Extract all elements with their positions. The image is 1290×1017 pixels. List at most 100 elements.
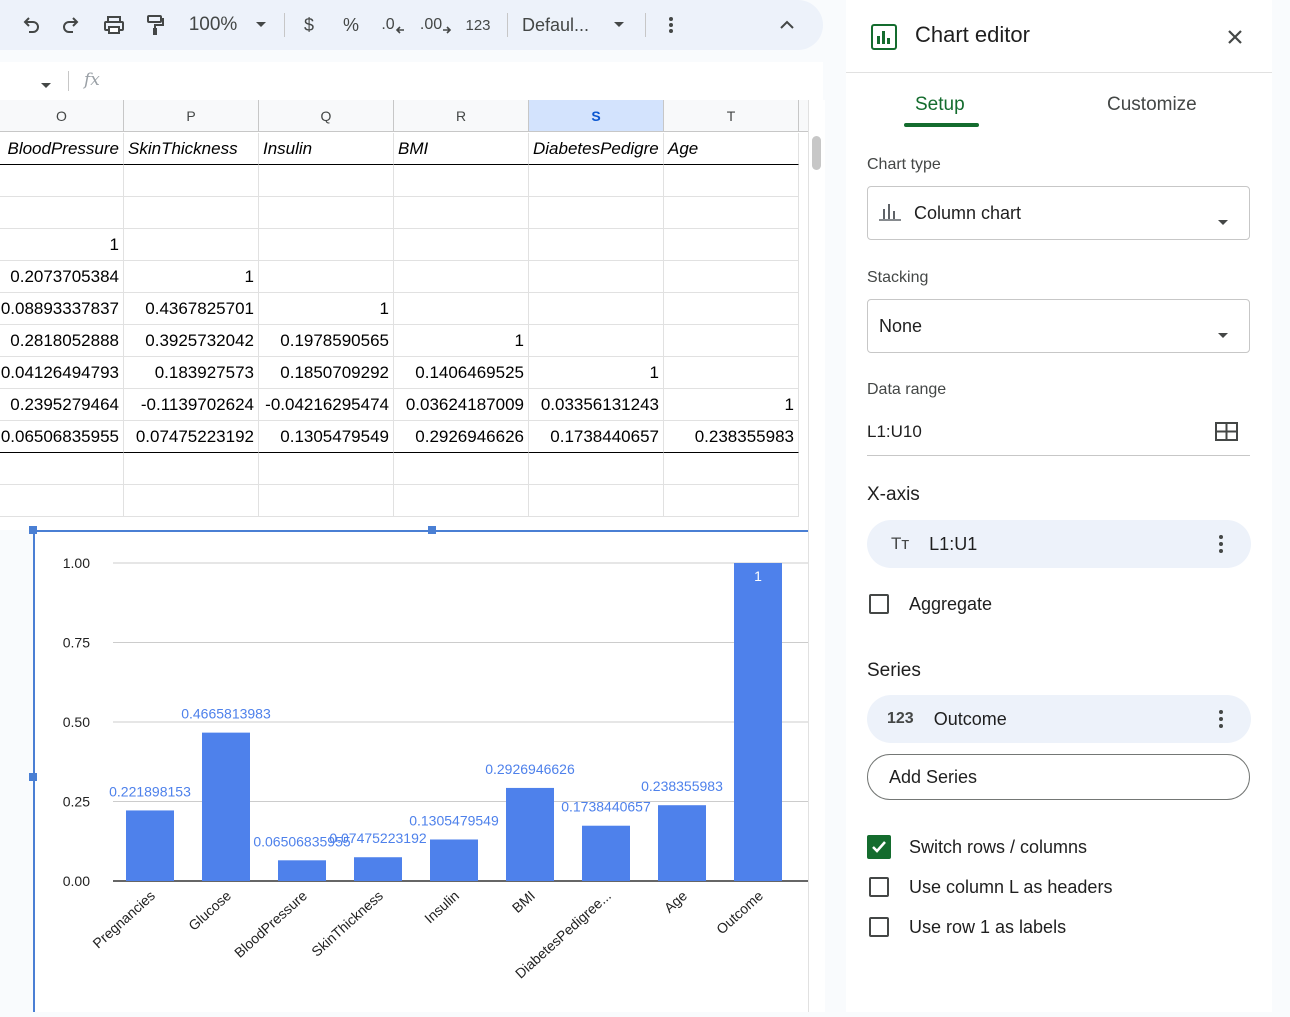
- table-cell[interactable]: [529, 325, 664, 357]
- table-cell[interactable]: [259, 165, 394, 197]
- table-cell[interactable]: [124, 165, 259, 197]
- table-cell[interactable]: [529, 197, 664, 229]
- header-cell[interactable]: SkinThickness: [124, 133, 259, 165]
- table-cell[interactable]: 0.1978590565: [259, 325, 394, 357]
- column-header-q[interactable]: Q: [259, 100, 394, 132]
- table-cell[interactable]: [529, 261, 664, 293]
- resize-handle-middle-left[interactable]: [29, 773, 37, 781]
- table-cell[interactable]: [124, 485, 259, 517]
- table-cell[interactable]: 0.06506835955: [0, 421, 124, 453]
- xaxis-more-icon[interactable]: [1219, 532, 1223, 556]
- table-cell[interactable]: [394, 165, 529, 197]
- vertical-scrollbar[interactable]: [808, 100, 825, 1012]
- collapse-toolbar-icon[interactable]: [776, 0, 798, 50]
- column-header-o[interactable]: O: [0, 100, 124, 132]
- header-cell[interactable]: DiabetesPedigre: [529, 133, 664, 165]
- table-cell[interactable]: [394, 485, 529, 517]
- zoom-value[interactable]: 100%: [182, 0, 244, 50]
- table-cell[interactable]: -0.1139702624: [124, 389, 259, 421]
- currency-format-button[interactable]: $: [298, 0, 320, 50]
- table-cell[interactable]: 0.1406469525: [394, 357, 529, 389]
- table-cell[interactable]: [394, 229, 529, 261]
- table-cell[interactable]: 0.238355983: [664, 421, 799, 453]
- series-more-icon[interactable]: [1219, 707, 1223, 731]
- table-cell[interactable]: 0.3925732042: [124, 325, 259, 357]
- xaxis-chip[interactable]: Tт L1:U1: [867, 520, 1251, 568]
- header-cell[interactable]: Insulin: [259, 133, 394, 165]
- table-cell[interactable]: [529, 165, 664, 197]
- column-header-p[interactable]: P: [124, 100, 259, 132]
- undo-icon[interactable]: [18, 0, 44, 50]
- scrollbar-thumb[interactable]: [812, 136, 821, 170]
- table-cell[interactable]: [394, 197, 529, 229]
- table-cell[interactable]: 0.1738440657: [529, 421, 664, 453]
- table-cell[interactable]: 0.4367825701: [124, 293, 259, 325]
- table-cell[interactable]: [259, 261, 394, 293]
- print-icon[interactable]: [100, 0, 128, 50]
- table-cell[interactable]: 0.1850709292: [259, 357, 394, 389]
- table-cell[interactable]: [529, 293, 664, 325]
- table-cell[interactable]: 0.2926946626: [394, 421, 529, 453]
- tab-setup[interactable]: Setup: [915, 94, 965, 116]
- formula-input[interactable]: [120, 66, 810, 96]
- chart-type-select[interactable]: Column chart: [867, 186, 1250, 240]
- resize-handle-top-middle[interactable]: [428, 526, 436, 534]
- table-cell[interactable]: 0.07475223192: [124, 421, 259, 453]
- header-cell[interactable]: BloodPressure: [0, 133, 124, 165]
- column-header-t[interactable]: T: [664, 100, 799, 132]
- font-family-select[interactable]: Defaul...: [522, 0, 602, 50]
- paint-format-icon[interactable]: [142, 0, 168, 50]
- table-cell[interactable]: 0.2818052888: [0, 325, 124, 357]
- more-vert-icon[interactable]: [660, 0, 682, 50]
- aggregate-checkbox[interactable]: [869, 594, 889, 614]
- table-cell[interactable]: [664, 293, 799, 325]
- table-cell[interactable]: [664, 165, 799, 197]
- table-cell[interactable]: [664, 261, 799, 293]
- table-cell[interactable]: [664, 357, 799, 389]
- column-header-u[interactable]: [799, 100, 808, 132]
- header-cell[interactable]: Age: [664, 133, 799, 165]
- header-cell[interactable]: BMI: [394, 133, 529, 165]
- column-header-s[interactable]: S: [529, 100, 664, 132]
- table-cell[interactable]: 1: [0, 229, 124, 261]
- table-cell[interactable]: 0.2073705384: [0, 261, 124, 293]
- table-cell[interactable]: 1: [664, 389, 799, 421]
- table-cell[interactable]: 1: [394, 325, 529, 357]
- data-range-input[interactable]: L1:U10: [867, 422, 922, 442]
- table-cell[interactable]: [259, 485, 394, 517]
- table-cell[interactable]: 0.183927573: [124, 357, 259, 389]
- percent-format-button[interactable]: %: [338, 0, 364, 50]
- series-chip[interactable]: 123 Outcome: [867, 695, 1251, 743]
- number-format-button[interactable]: 123: [462, 0, 494, 50]
- table-cell[interactable]: [664, 197, 799, 229]
- table-cell[interactable]: [394, 293, 529, 325]
- table-cell[interactable]: 0.03624187009: [394, 389, 529, 421]
- table-cell[interactable]: [124, 229, 259, 261]
- zoom-dropdown-icon[interactable]: [250, 0, 272, 50]
- resize-handle-top-left[interactable]: [29, 526, 37, 534]
- table-cell[interactable]: [529, 485, 664, 517]
- option-checkbox[interactable]: [869, 877, 889, 897]
- table-cell[interactable]: [529, 229, 664, 261]
- table-cell[interactable]: 0.04126494793: [0, 357, 124, 389]
- table-cell[interactable]: [664, 229, 799, 261]
- table-cell[interactable]: [394, 261, 529, 293]
- table-cell[interactable]: 0.2395279464: [0, 389, 124, 421]
- increase-decimal-button[interactable]: .00: [418, 0, 454, 50]
- table-cell[interactable]: 0.08893337837: [0, 293, 124, 325]
- column-header-r[interactable]: R: [394, 100, 529, 132]
- table-cell[interactable]: [394, 453, 529, 485]
- table-cell[interactable]: [124, 453, 259, 485]
- table-cell[interactable]: [664, 453, 799, 485]
- name-box-dropdown-icon[interactable]: [40, 77, 52, 95]
- table-cell[interactable]: [0, 453, 124, 485]
- decrease-decimal-button[interactable]: .0: [378, 0, 408, 50]
- table-cell[interactable]: [124, 197, 259, 229]
- table-cell[interactable]: [259, 197, 394, 229]
- font-dropdown-icon[interactable]: [608, 0, 630, 50]
- table-cell[interactable]: [259, 229, 394, 261]
- table-cell[interactable]: 0.1305479549: [259, 421, 394, 453]
- grid-select-icon[interactable]: [1215, 422, 1239, 447]
- table-cell[interactable]: [664, 325, 799, 357]
- table-cell[interactable]: 0.03356131243: [529, 389, 664, 421]
